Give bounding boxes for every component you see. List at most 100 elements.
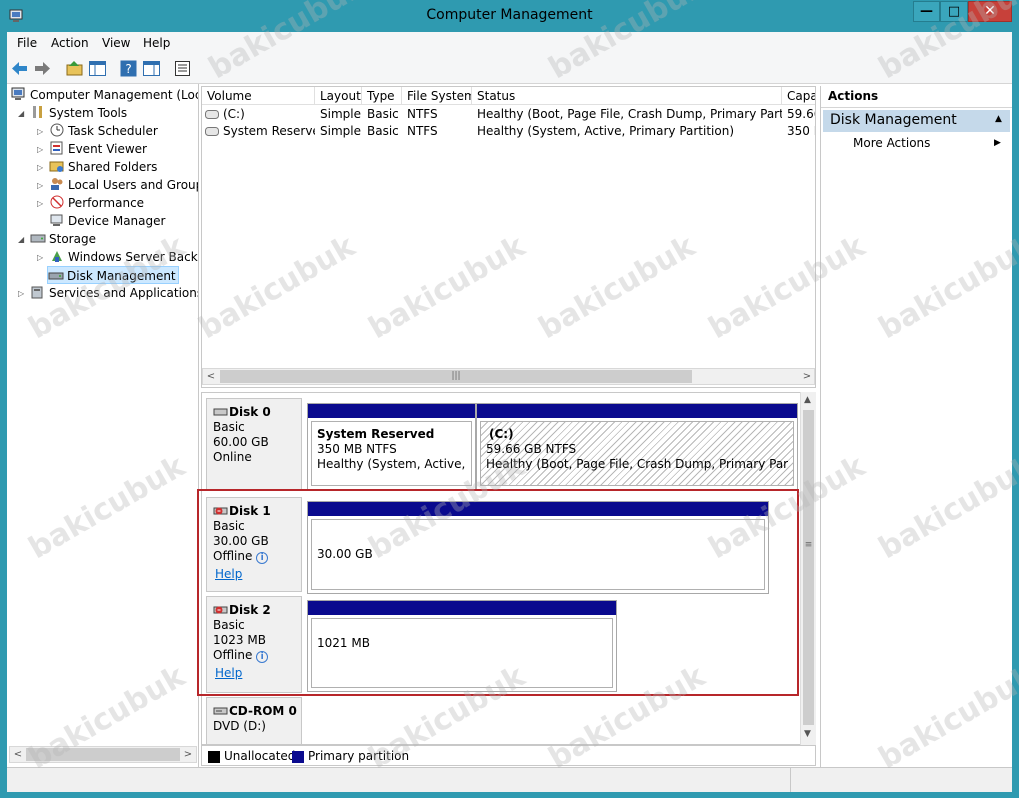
column-header-status[interactable]: Status xyxy=(472,87,782,105)
backup-icon xyxy=(52,251,62,262)
tree-item-task-scheduler[interactable]: Task Scheduler xyxy=(49,122,158,140)
tree-label: Computer Management (Local xyxy=(30,88,199,102)
cell-file-system: NTFS xyxy=(407,107,438,121)
expand-arrow-icon[interactable]: ▷ xyxy=(37,181,43,190)
scroll-thumb[interactable] xyxy=(26,748,180,761)
help-icon[interactable]: ? xyxy=(119,59,138,78)
clock-icon xyxy=(50,123,64,137)
scroll-up-icon[interactable]: ▲ xyxy=(804,395,811,405)
close-button[interactable]: ✕ xyxy=(968,1,1012,22)
tree-label: System Tools xyxy=(49,106,128,120)
cdrom-icon xyxy=(213,707,228,715)
more-actions-label: More Actions xyxy=(853,136,931,150)
up-folder-icon[interactable] xyxy=(65,59,84,78)
expand-arrow-icon[interactable]: ▷ xyxy=(37,199,43,208)
collapse-arrow-icon[interactable]: ◢ xyxy=(18,235,24,244)
partition-title: System Reserved xyxy=(317,427,435,441)
menu-help[interactable]: Help xyxy=(143,36,170,50)
maximize-button[interactable]: □ xyxy=(940,1,968,22)
submenu-arrow-icon[interactable]: ▶ xyxy=(994,138,1001,148)
show-hide-tree-icon[interactable] xyxy=(88,59,107,78)
actions-pane: Actions Disk Management ▲ More Actions ▶ xyxy=(820,86,1012,768)
disk-management-icon xyxy=(48,272,64,280)
collapse-arrow-icon[interactable]: ◢ xyxy=(18,109,24,118)
scroll-right-icon[interactable]: > xyxy=(799,369,815,384)
column-header-file-system[interactable]: File System xyxy=(402,87,472,105)
back-icon[interactable] xyxy=(10,59,29,78)
tree-item-local-users[interactable]: Local Users and Groups xyxy=(49,176,198,194)
toolbar: ? xyxy=(7,54,1012,84)
tree-item-windows-server-backup[interactable]: Windows Server Backup xyxy=(49,248,198,266)
tree-item-event-viewer[interactable]: Event Viewer xyxy=(49,140,147,158)
menu-view[interactable]: View xyxy=(102,36,130,50)
partition-system-reserved[interactable]: System Reserved 350 MB NTFS Healthy (Sys… xyxy=(307,403,476,490)
tree-label: Device Manager xyxy=(68,214,166,228)
expand-arrow-icon[interactable]: ▷ xyxy=(37,253,43,262)
tree-item-root[interactable]: Computer Management (Local xyxy=(11,86,199,104)
column-header-layout[interactable]: Layout xyxy=(315,87,362,105)
device-manager-icon xyxy=(50,214,63,226)
tree-item-system-tools[interactable]: System Tools xyxy=(30,104,127,122)
scroll-thumb[interactable]: ≡ xyxy=(803,410,814,725)
disk-icon xyxy=(213,408,228,416)
partition-c[interactable]: (C:) 59.66 GB NTFS Healthy (Boot, Page F… xyxy=(476,403,798,490)
show-hide-action-pane-icon[interactable] xyxy=(142,59,161,78)
tree-label: Performance xyxy=(68,196,145,210)
expand-arrow-icon[interactable]: ▷ xyxy=(18,289,24,298)
tree-item-disk-management[interactable]: Disk Management xyxy=(47,266,179,284)
cell-volume: System Reserved xyxy=(223,124,315,138)
tree-item-storage[interactable]: Storage xyxy=(30,230,96,248)
scroll-down-icon[interactable]: ▼ xyxy=(804,729,811,739)
menu-action[interactable]: Action xyxy=(51,36,89,50)
cell-type: Basic xyxy=(367,124,399,138)
title-bar[interactable]: Computer Management — □ ✕ xyxy=(0,0,1019,32)
tree-item-performance[interactable]: Performance xyxy=(49,194,144,212)
column-header-volume[interactable]: Volume xyxy=(202,87,315,105)
more-actions[interactable]: More Actions xyxy=(853,136,930,150)
expand-arrow-icon[interactable]: ▷ xyxy=(37,145,43,154)
cell-capacity: 59.66 xyxy=(787,107,815,121)
column-header-type[interactable]: Type xyxy=(362,87,402,105)
partition-title: (C:) xyxy=(489,427,514,441)
forward-icon[interactable] xyxy=(33,59,52,78)
list-horizontal-scrollbar[interactable]: < ||| > xyxy=(202,368,815,385)
minimize-button[interactable]: — xyxy=(913,1,940,22)
legend-unallocated-swatch xyxy=(208,751,220,763)
partition-body: (C:) 59.66 GB NTFS Healthy (Boot, Page F… xyxy=(480,421,794,486)
scroll-thumb[interactable]: ||| xyxy=(220,370,692,383)
scroll-left-icon[interactable]: < xyxy=(10,747,26,762)
column-header-capacity[interactable]: Capa xyxy=(782,87,815,105)
table-row[interactable]: (C:) Simple Basic NTFS Healthy (Boot, Pa… xyxy=(202,106,815,123)
window-title: Computer Management xyxy=(426,7,593,23)
table-row[interactable]: System Reserved Simple Basic NTFS Health… xyxy=(202,123,815,140)
collapse-up-icon[interactable]: ▲ xyxy=(995,114,1002,124)
highlight-box xyxy=(197,489,799,696)
properties-icon[interactable] xyxy=(173,59,192,78)
expand-arrow-icon[interactable]: ▷ xyxy=(37,163,43,172)
menu-file[interactable]: File xyxy=(17,36,37,50)
disk-0-size: 60.00 GB xyxy=(213,435,269,449)
tree-item-shared-folders[interactable]: Shared Folders xyxy=(49,158,157,176)
users-icon xyxy=(51,178,63,190)
scroll-right-icon[interactable]: > xyxy=(180,747,196,762)
scroll-left-icon[interactable]: < xyxy=(203,369,219,384)
expand-arrow-icon[interactable]: ▷ xyxy=(37,127,43,136)
svg-text:?: ? xyxy=(125,62,131,76)
tree-label: Services and Applications xyxy=(49,286,199,300)
cell-layout: Simple xyxy=(320,124,361,138)
primary-partition-bar xyxy=(477,404,797,418)
actions-section-disk-management[interactable]: Disk Management ▲ xyxy=(823,110,1010,132)
tree-item-device-manager[interactable]: Device Manager xyxy=(49,212,165,230)
tools-icon xyxy=(33,106,42,118)
drive-icon xyxy=(205,127,219,136)
tree-item-services-and-applications[interactable]: Services and Applications xyxy=(30,284,199,302)
disk-0-info[interactable]: Disk 0 Basic 60.00 GB Online xyxy=(206,398,302,490)
event-viewer-icon xyxy=(50,141,63,155)
disk-view-vertical-scrollbar[interactable]: ▲ ≡ ▼ xyxy=(800,392,816,745)
cell-layout: Simple xyxy=(320,107,361,121)
tree-horizontal-scrollbar[interactable]: < > xyxy=(9,746,197,763)
cdrom-0-info[interactable]: CD-ROM 0 DVD (D:) xyxy=(206,697,302,744)
legend-primary-label: Primary partition xyxy=(308,749,410,763)
computer-management-icon xyxy=(11,87,25,100)
menu-bar: File Action View Help xyxy=(7,32,1012,54)
